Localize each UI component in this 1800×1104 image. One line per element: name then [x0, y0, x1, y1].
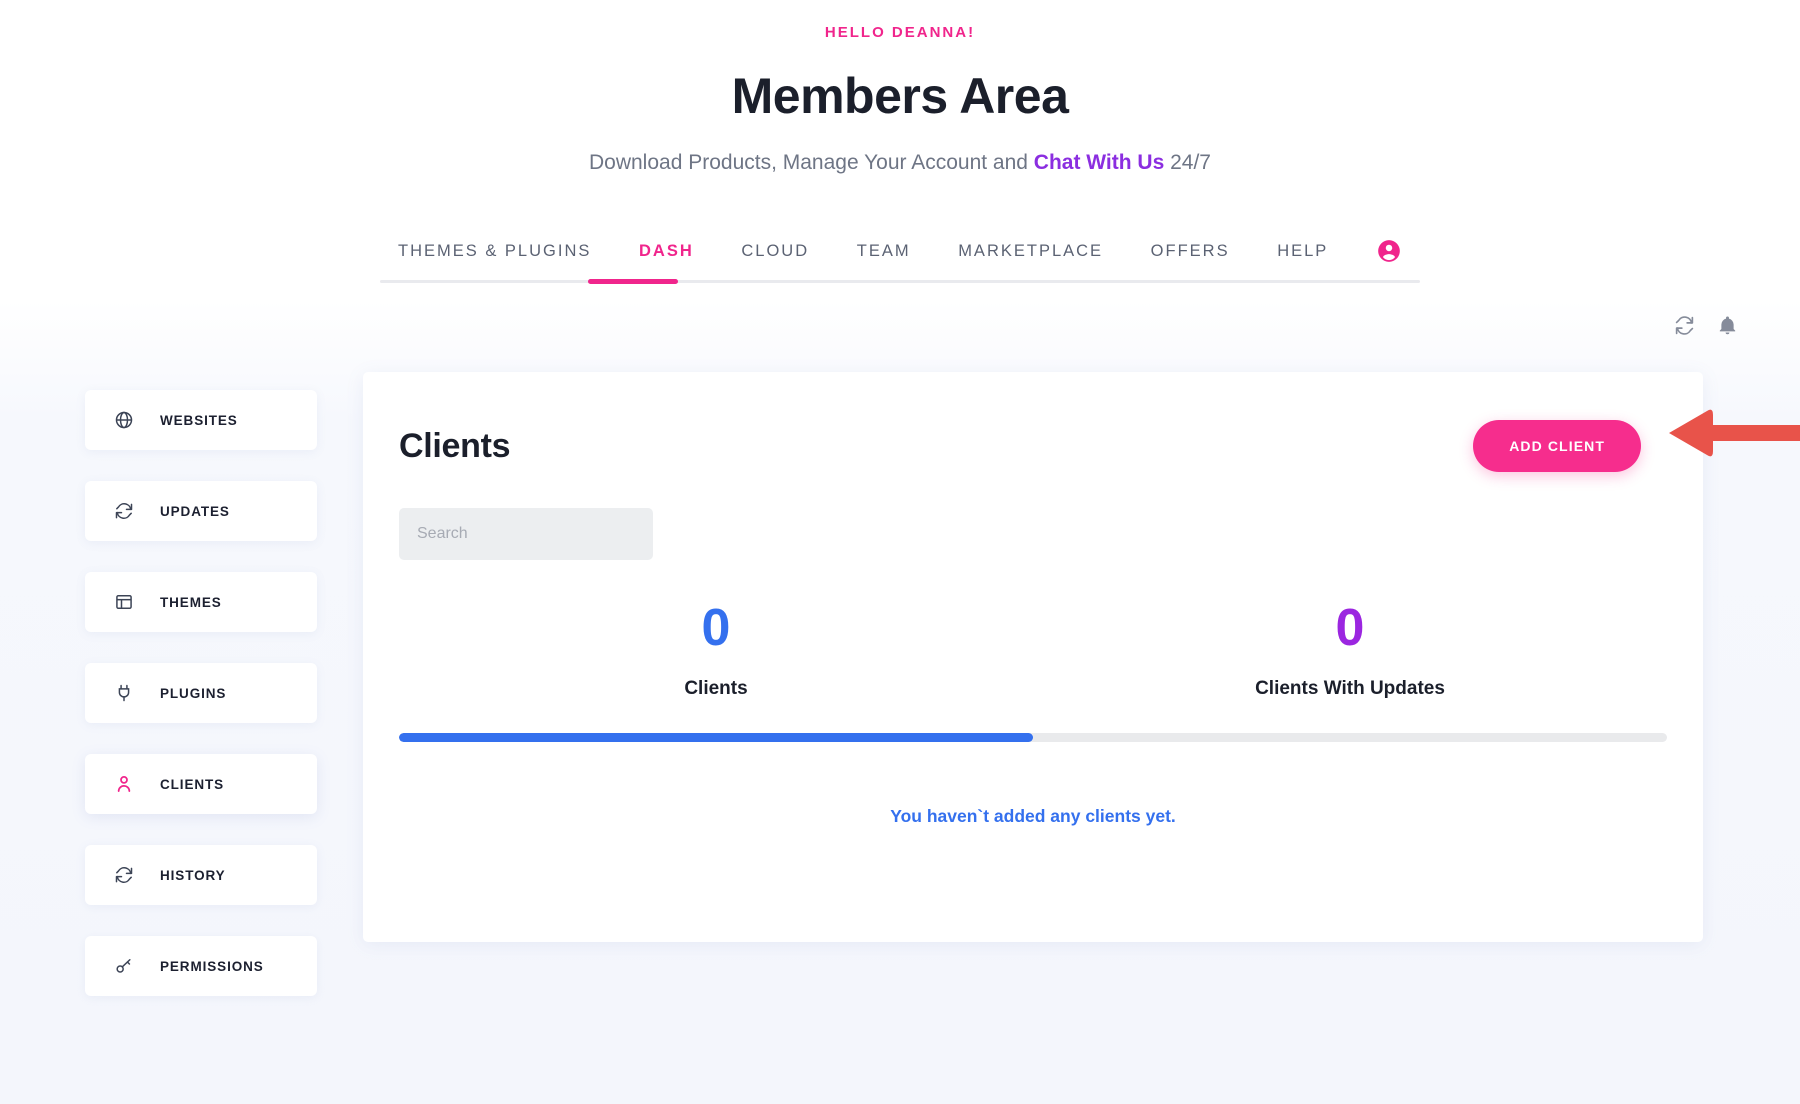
refresh-icon	[113, 864, 135, 886]
sidebar-item-themes[interactable]: THEMES	[85, 572, 317, 632]
sidebar-label: CLIENTS	[160, 777, 224, 792]
sidebar-item-websites[interactable]: WEBSITES	[85, 390, 317, 450]
refresh-icon[interactable]	[1674, 315, 1695, 341]
clients-panel-header: Clients ADD CLIENT	[363, 372, 1703, 472]
sidebar-item-history[interactable]: HISTORY	[85, 845, 317, 905]
sidebar-label: WEBSITES	[160, 413, 238, 428]
clients-stats: 0 Clients 0 Clients With Updates	[363, 602, 1703, 700]
sidebar-label: THEMES	[160, 595, 222, 610]
main-navigation: THEMES & PLUGINS DASH CLOUD TEAM MARKETP…	[380, 227, 1420, 289]
nav-active-indicator	[588, 279, 678, 284]
tab-offers[interactable]: OFFERS	[1151, 242, 1230, 261]
stat-clients: 0 Clients	[399, 602, 1033, 700]
refresh-icon	[113, 500, 135, 522]
stat-value: 0	[399, 602, 1033, 654]
tab-cloud[interactable]: CLOUD	[741, 242, 809, 261]
user-icon	[113, 773, 135, 795]
nav-underline	[380, 280, 1420, 283]
dashboard-toolbar	[1674, 315, 1738, 341]
page-subtitle: Download Products, Manage Your Account a…	[0, 151, 1800, 175]
page-header: HELLO DEANNA! Members Area Download Prod…	[0, 0, 1800, 175]
bell-icon[interactable]	[1717, 315, 1738, 341]
nav-items: THEMES & PLUGINS DASH CLOUD TEAM MARKETP…	[380, 227, 1420, 275]
empty-state-message: You haven`t added any clients yet.	[363, 806, 1703, 827]
panel-title: Clients	[399, 427, 510, 466]
user-circle-icon[interactable]	[1376, 238, 1402, 264]
clients-progress-bar	[399, 733, 1667, 742]
tab-marketplace[interactable]: MARKETPLACE	[958, 242, 1103, 261]
sidebar-item-permissions[interactable]: PERMISSIONS	[85, 936, 317, 996]
sidebar-item-plugins[interactable]: PLUGINS	[85, 663, 317, 723]
search-input[interactable]	[399, 508, 653, 560]
key-icon	[113, 955, 135, 977]
window-icon	[113, 591, 135, 613]
stat-clients-with-updates: 0 Clients With Updates	[1033, 602, 1667, 700]
add-client-button[interactable]: ADD CLIENT	[1473, 420, 1641, 472]
page-title: Members Area	[0, 67, 1800, 125]
sidebar-label: HISTORY	[160, 868, 226, 883]
clients-panel: Clients ADD CLIENT 0 Clients 0 Clients W…	[363, 372, 1703, 942]
sidebar-label: PERMISSIONS	[160, 959, 264, 974]
dashboard-sidebar: WEBSITES UPDATES THEMES	[85, 390, 317, 1027]
stat-value: 0	[1033, 602, 1667, 654]
sidebar-item-clients[interactable]: CLIENTS	[85, 754, 317, 814]
tab-themes-and-plugins[interactable]: THEMES & PLUGINS	[398, 242, 591, 261]
globe-icon	[113, 409, 135, 431]
stat-label: Clients With Updates	[1033, 678, 1667, 700]
progress-fill	[399, 733, 1033, 742]
greeting-text: HELLO DEANNA!	[0, 24, 1800, 41]
sidebar-label: UPDATES	[160, 504, 230, 519]
stat-label: Clients	[399, 678, 1033, 700]
subtitle-suffix: 24/7	[1164, 151, 1211, 174]
subtitle-prefix: Download Products, Manage Your Account a…	[589, 151, 1034, 174]
plug-icon	[113, 682, 135, 704]
tab-team[interactable]: TEAM	[857, 242, 911, 261]
chat-with-us-link[interactable]: Chat With Us	[1034, 151, 1164, 174]
members-area-page: HELLO DEANNA! Members Area Download Prod…	[0, 0, 1800, 1104]
sidebar-item-updates[interactable]: UPDATES	[85, 481, 317, 541]
tab-dash[interactable]: DASH	[639, 242, 694, 261]
sidebar-label: PLUGINS	[160, 686, 226, 701]
tab-help[interactable]: HELP	[1277, 242, 1328, 261]
